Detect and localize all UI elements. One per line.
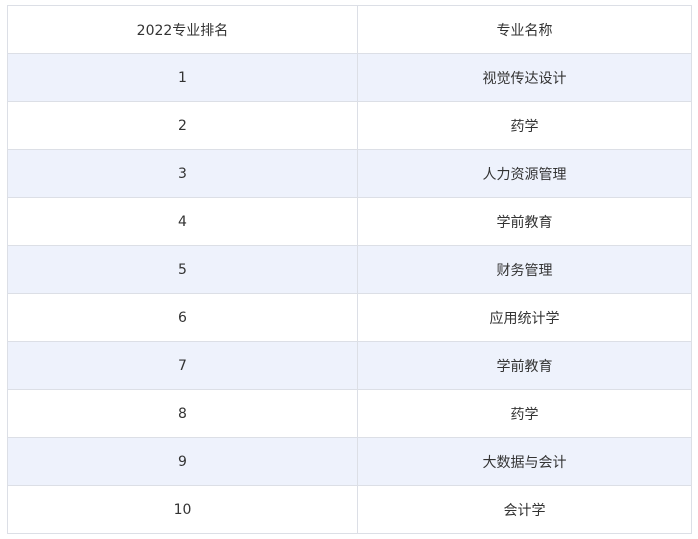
cell-major: 人力资源管理: [357, 149, 692, 198]
cell-major: 药学: [357, 389, 692, 438]
cell-major: 药学: [357, 101, 692, 150]
header-major: 专业名称: [357, 5, 692, 54]
cell-rank: 10: [7, 485, 358, 534]
table-container: 2022专业排名 专业名称 1 视觉传达设计 2 药学 3 人力资源管理 4 学…: [0, 0, 698, 534]
cell-major: 应用统计学: [357, 293, 692, 342]
table-row: 1 视觉传达设计: [7, 53, 692, 102]
cell-rank: 2: [7, 101, 358, 150]
table-row: 3 人力资源管理: [7, 149, 692, 198]
cell-rank: 9: [7, 437, 358, 486]
major-ranking-table: 2022专业排名 专业名称 1 视觉传达设计 2 药学 3 人力资源管理 4 学…: [7, 5, 692, 534]
cell-major: 学前教育: [357, 197, 692, 246]
table-row: 8 药学: [7, 389, 692, 438]
cell-rank: 5: [7, 245, 358, 294]
cell-major: 财务管理: [357, 245, 692, 294]
cell-rank: 7: [7, 341, 358, 390]
cell-rank: 1: [7, 53, 358, 102]
header-rank: 2022专业排名: [7, 5, 358, 54]
table-row: 9 大数据与会计: [7, 437, 692, 486]
cell-rank: 3: [7, 149, 358, 198]
cell-rank: 6: [7, 293, 358, 342]
cell-rank: 8: [7, 389, 358, 438]
table-row: 4 学前教育: [7, 197, 692, 246]
cell-major: 大数据与会计: [357, 437, 692, 486]
cell-rank: 4: [7, 197, 358, 246]
table-row: 6 应用统计学: [7, 293, 692, 342]
table-row: 7 学前教育: [7, 341, 692, 390]
table-row: 10 会计学: [7, 485, 692, 534]
cell-major: 会计学: [357, 485, 692, 534]
cell-major: 学前教育: [357, 341, 692, 390]
table-row: 5 财务管理: [7, 245, 692, 294]
cell-major: 视觉传达设计: [357, 53, 692, 102]
table-header-row: 2022专业排名 专业名称: [7, 5, 692, 54]
table-row: 2 药学: [7, 101, 692, 150]
